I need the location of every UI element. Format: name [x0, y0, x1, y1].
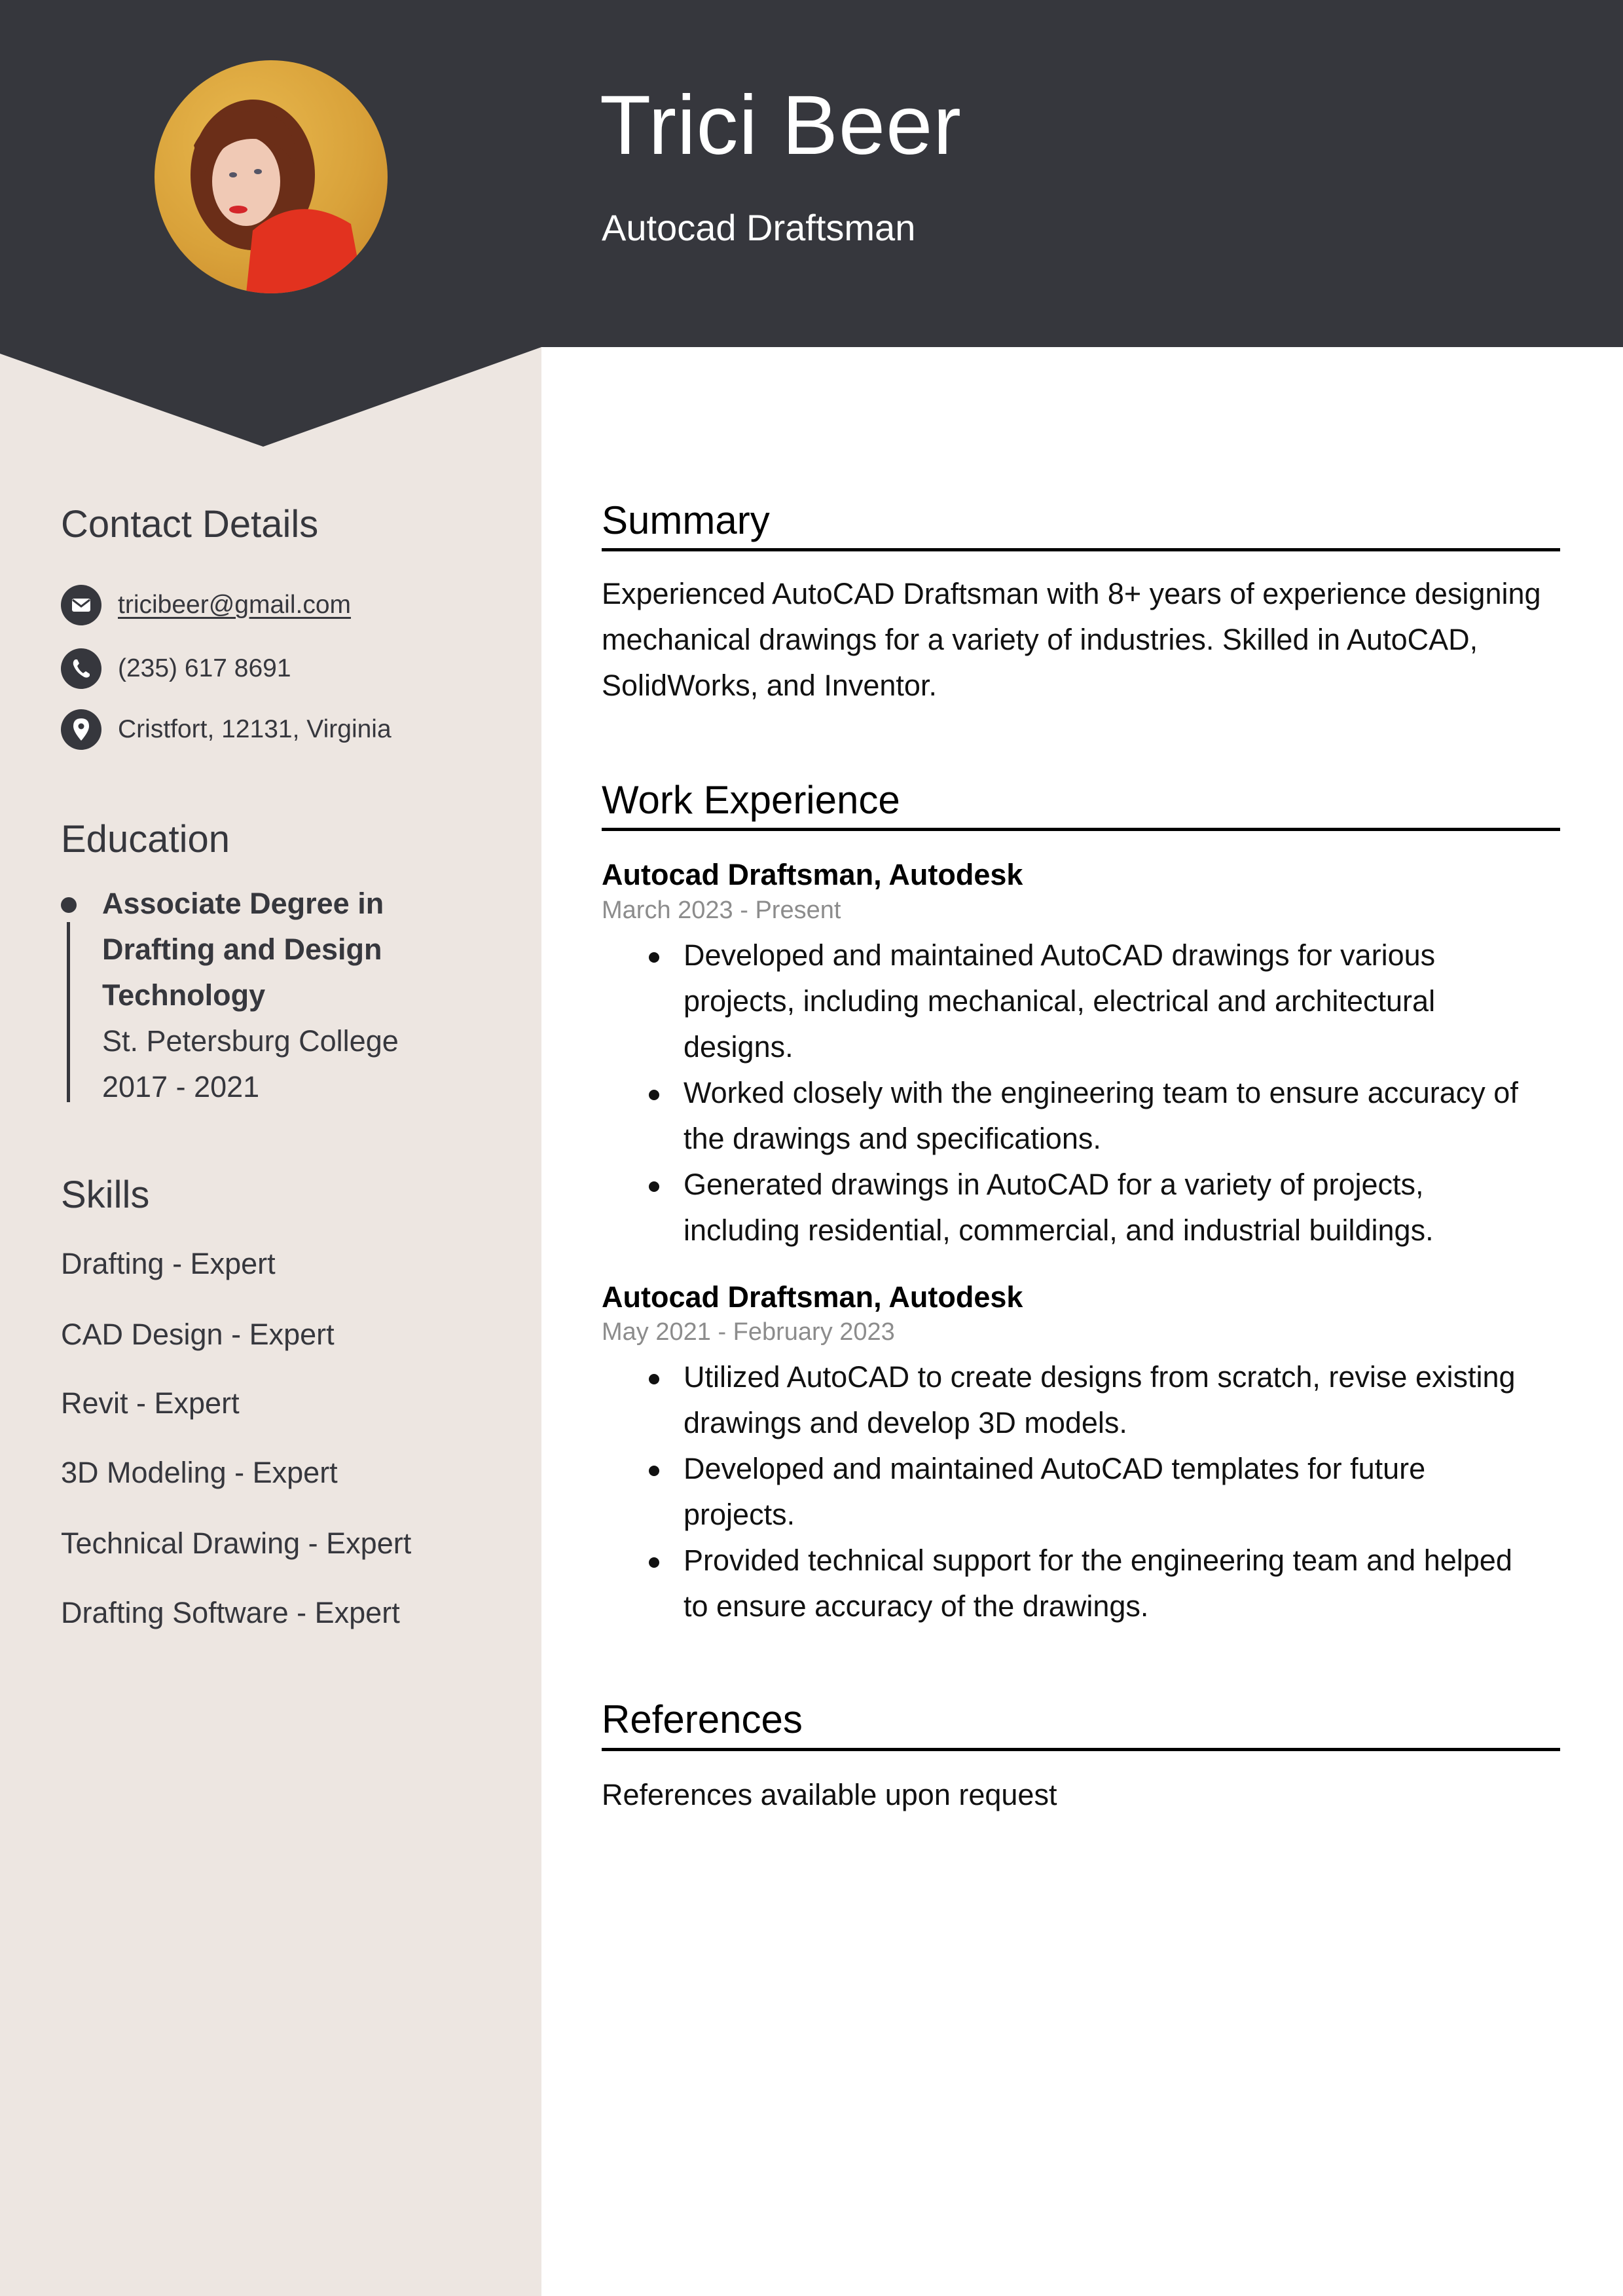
education-heading: Education: [61, 818, 230, 861]
school-name: St. Petersburg College: [102, 1024, 399, 1058]
contact-phone-row: (235) 617 8691: [61, 648, 291, 689]
contact-email-row[interactable]: tricibeer@gmail.com: [61, 585, 351, 625]
envelope-icon: [61, 585, 101, 625]
profile-photo: [155, 60, 388, 293]
summary-line: mechanical drawings for a variety of ind…: [602, 623, 1478, 656]
job-dates: March 2023 - Present: [602, 897, 841, 924]
timeline-line: [67, 922, 70, 1102]
phone-number: (235) 617 8691: [118, 654, 291, 682]
skills-heading: Skills: [61, 1174, 150, 1216]
summary-divider: [602, 548, 1560, 551]
job-title: Autocad Draftsman, Autodesk: [602, 858, 1023, 891]
job-bullet: Worked closely with the engineering team…: [649, 1070, 1567, 1162]
address: Cristfort, 12131, Virginia: [118, 715, 392, 743]
work-divider: [602, 828, 1560, 831]
skill-item: 3D Modeling - Expert: [61, 1456, 338, 1489]
skill-item: Technical Drawing - Expert: [61, 1527, 412, 1560]
skill-item: CAD Design - Expert: [61, 1318, 335, 1351]
degree-line: Associate Degree in: [102, 887, 384, 920]
timeline-dot: [61, 897, 77, 913]
summary-text: Experienced AutoCAD Draftsman with 8+ ye…: [602, 571, 1564, 709]
job-bullets: Utilized AutoCAD to create designs from …: [649, 1354, 1567, 1629]
degree-line: Drafting and Design: [102, 933, 382, 966]
job-dates: May 2021 - February 2023: [602, 1318, 895, 1346]
skill-item: Drafting Software - Expert: [61, 1596, 400, 1629]
references-text: References available upon request: [602, 1778, 1057, 1811]
job-bullet: Developed and maintained AutoCAD templat…: [649, 1446, 1567, 1538]
summary-line: SolidWorks, and Inventor.: [602, 669, 937, 702]
skill-item: Drafting - Expert: [61, 1247, 276, 1280]
job-bullet: Generated drawings in AutoCAD for a vari…: [649, 1162, 1567, 1253]
summary-heading: Summary: [602, 498, 770, 542]
job-bullets: Developed and maintained AutoCAD drawing…: [649, 933, 1567, 1253]
work-heading: Work Experience: [602, 778, 900, 822]
job-bullet: Provided technical support for the engin…: [649, 1538, 1567, 1629]
skill-item: Revit - Expert: [61, 1386, 240, 1420]
candidate-title: Autocad Draftsman: [602, 207, 916, 248]
education-years: 2017 - 2021: [102, 1070, 260, 1103]
degree-line: Technology: [102, 978, 266, 1012]
phone-icon: [61, 648, 101, 689]
portrait-illustration: [191, 100, 364, 293]
contact-address-row: Cristfort, 12131, Virginia: [61, 709, 392, 750]
header-chevron: [0, 346, 541, 447]
references-heading: References: [602, 1697, 803, 1741]
summary-line: Experienced AutoCAD Draftsman with 8+ ye…: [602, 577, 1541, 610]
location-pin-icon: [61, 709, 101, 750]
education-entry: Associate Degree in Drafting and Design …: [102, 881, 469, 1110]
email-link[interactable]: tricibeer@gmail.com: [118, 591, 351, 620]
references-divider: [602, 1748, 1560, 1751]
contact-heading: Contact Details: [61, 503, 319, 546]
job-bullet: Developed and maintained AutoCAD drawing…: [649, 933, 1567, 1070]
candidate-name: Trici Beer: [600, 79, 962, 172]
job-title: Autocad Draftsman, Autodesk: [602, 1280, 1023, 1314]
job-bullet: Utilized AutoCAD to create designs from …: [649, 1354, 1567, 1446]
